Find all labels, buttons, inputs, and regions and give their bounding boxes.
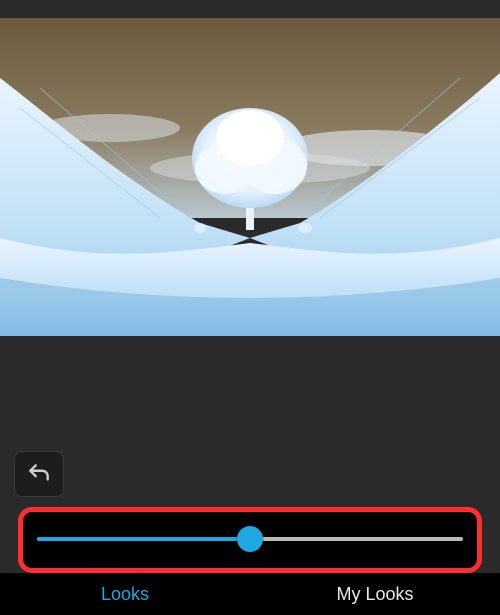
slider-thumb[interactable] — [237, 526, 263, 552]
slider-track-fill — [37, 537, 250, 541]
top-bar — [0, 0, 500, 18]
tab-my-looks[interactable]: My Looks — [250, 573, 500, 615]
undo-button[interactable] — [14, 451, 64, 497]
bottom-tabs: Looks My Looks — [0, 573, 500, 615]
preview-image — [0, 18, 500, 336]
spacer — [0, 336, 500, 443]
undo-icon — [26, 461, 52, 487]
slider-highlight-annotation — [18, 507, 482, 573]
tab-looks[interactable]: Looks — [0, 573, 250, 615]
photo-canvas[interactable] — [0, 18, 500, 336]
intensity-slider[interactable] — [37, 528, 463, 550]
controls-bar — [0, 443, 500, 573]
photo-editor-app: Looks My Looks — [0, 0, 500, 615]
